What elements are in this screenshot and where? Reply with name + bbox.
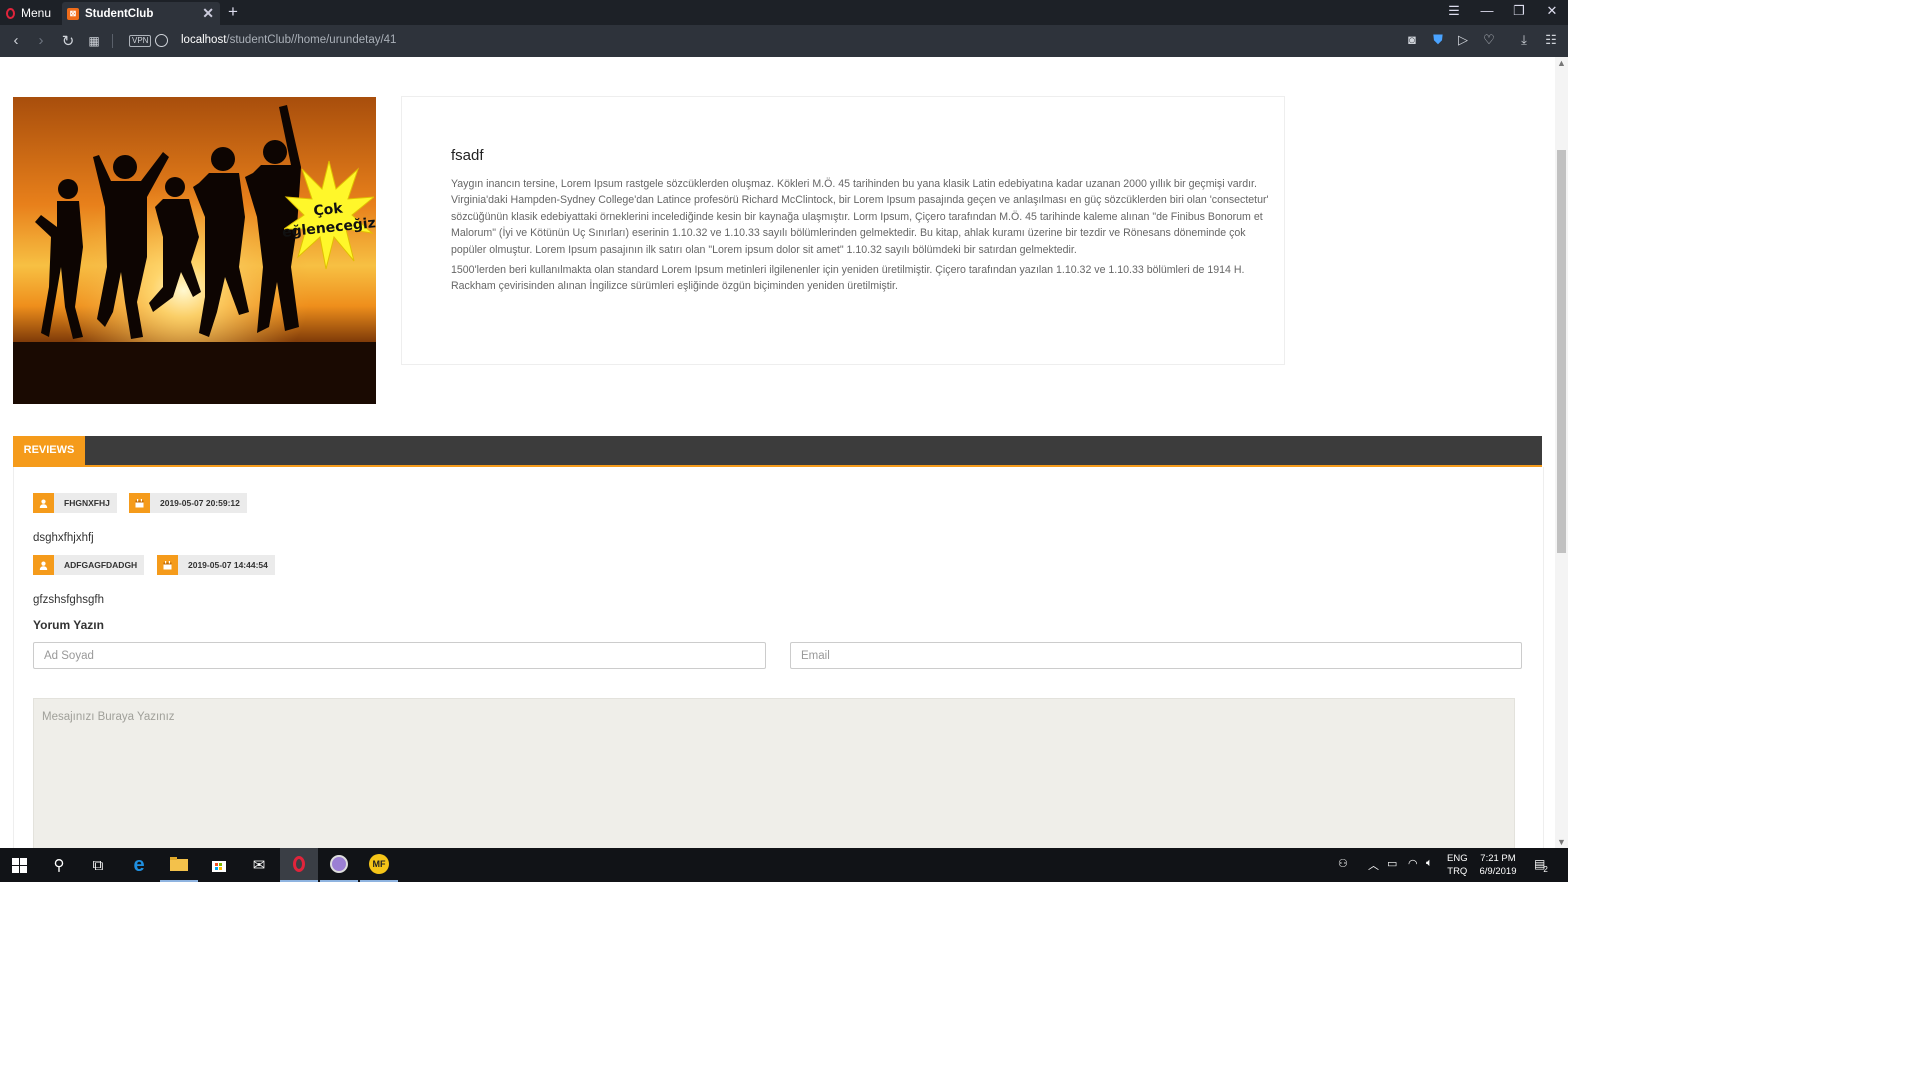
divider xyxy=(112,34,113,48)
tab-title: StudentClub xyxy=(85,7,154,20)
product-title: fsadf xyxy=(451,147,484,164)
reload-icon[interactable]: ↻ xyxy=(59,32,77,50)
send-flow-icon[interactable]: ▷ xyxy=(1454,32,1472,48)
downloads-icon[interactable]: ⤓ xyxy=(1515,32,1533,48)
language-indicator[interactable]: ENG TRQ xyxy=(1447,852,1468,878)
adblock-shield-icon[interactable]: ⛊ xyxy=(1429,32,1447,48)
system-clock[interactable]: 7:21 PM 6/9/2019 xyxy=(1473,852,1523,878)
app-purple-icon[interactable] xyxy=(320,848,358,882)
address-bar: ‹ › ↻ ▦ VPN localhost/studentClub//home/… xyxy=(0,25,1568,57)
opera-menu-button[interactable]: Menu xyxy=(6,5,51,21)
forward-icon[interactable]: › xyxy=(32,32,50,49)
bookmark-heart-icon[interactable]: ♡ xyxy=(1480,32,1498,48)
menu-label: Menu xyxy=(21,6,52,20)
calendar-icon xyxy=(157,555,178,575)
show-hidden-icons-chevron-icon[interactable]: ︿ xyxy=(1368,857,1379,873)
review-date-badge: 2019-05-07 20:59:12 xyxy=(129,493,247,513)
clock-date: 6/9/2019 xyxy=(1479,866,1517,877)
mail-icon[interactable]: ✉ xyxy=(240,848,278,882)
lang-bottom: TRQ xyxy=(1447,866,1468,877)
windows-start-icon[interactable] xyxy=(0,848,38,882)
review-text: gfzshsfghsgfh xyxy=(33,594,104,606)
new-tab-icon[interactable]: + xyxy=(228,2,238,22)
message-textarea[interactable] xyxy=(33,698,1515,848)
tab-menu-icon[interactable]: ☰ xyxy=(1444,3,1464,19)
minimize-icon[interactable]: — xyxy=(1477,3,1497,18)
scrollbar-thumb[interactable] xyxy=(1557,150,1566,553)
file-explorer-icon[interactable] xyxy=(160,848,198,882)
calendar-icon xyxy=(129,493,150,513)
user-icon xyxy=(33,493,54,513)
browser-tab-bar: Menu ⊠ StudentClub ✕ + ☰ — ❐ ✕ xyxy=(0,0,1568,25)
name-input[interactable] xyxy=(33,642,766,669)
product-description: Yaygın inancın tersine, Lorem Ipsum rast… xyxy=(451,176,1279,299)
restore-icon[interactable]: ❐ xyxy=(1509,3,1529,19)
email-input[interactable] xyxy=(790,642,1522,669)
action-center-icon[interactable]: ▤2 xyxy=(1534,857,1550,874)
url-host: localhost xyxy=(181,34,227,46)
globe-icon[interactable] xyxy=(155,34,168,47)
mf-app-icon[interactable]: MF xyxy=(360,848,398,882)
review-author: FHGNXFHJ xyxy=(64,498,110,508)
task-view-icon[interactable]: ⧉ xyxy=(79,848,117,882)
reviews-tab-bar: REVIEWS xyxy=(13,436,1542,467)
url-field[interactable]: localhost/studentClub//home/urundetay/41 xyxy=(181,34,396,46)
back-icon[interactable]: ‹ xyxy=(7,32,25,49)
description-paragraph: Yaygın inancın tersine, Lorem Ipsum rast… xyxy=(451,178,1269,256)
page-content: Çok eğleneceğiz! fsadf Yaygın inancın te… xyxy=(0,57,1555,848)
speed-dial-icon[interactable]: ▦ xyxy=(85,34,103,48)
snapshot-camera-icon[interactable]: ◙ xyxy=(1403,32,1421,47)
notification-count: 2 xyxy=(1543,865,1548,874)
wifi-icon[interactable]: ◠ xyxy=(1408,857,1418,870)
tab-studentclub[interactable]: ⊠ StudentClub ✕ xyxy=(62,2,220,25)
store-icon[interactable] xyxy=(200,848,238,882)
product-image: Çok eğleneceğiz! xyxy=(13,97,376,404)
windows-taskbar: ⚲ ⧉ e ✉ MF ⚇ ︿ ▭ ◠ 🔈︎ ENG TRQ 7:21 PM 6/… xyxy=(0,848,1568,882)
review-author: ADFGAGFDADGH xyxy=(64,560,138,570)
people-icon[interactable]: ⚇ xyxy=(1338,857,1348,870)
vpn-badge[interactable]: VPN xyxy=(129,35,152,47)
easy-setup-icon[interactable]: ☷ xyxy=(1542,32,1560,48)
xampp-favicon-icon: ⊠ xyxy=(67,7,79,20)
opera-logo-icon xyxy=(6,7,15,19)
opera-browser-icon[interactable] xyxy=(280,848,318,882)
product-info-box: fsadf Yaygın inancın tersine, Lorem Ipsu… xyxy=(401,96,1285,365)
clock-time: 7:21 PM xyxy=(1480,853,1516,864)
comment-form-title: Yorum Yazın xyxy=(33,618,104,632)
description-paragraph: 1500'lerden beri kullanılmakta olan stan… xyxy=(451,264,1245,293)
user-icon xyxy=(33,555,54,575)
scroll-up-icon[interactable]: ▲ xyxy=(1557,58,1566,68)
scroll-down-icon[interactable]: ▼ xyxy=(1557,837,1566,847)
search-icon[interactable]: ⚲ xyxy=(40,848,78,882)
volume-icon[interactable]: 🔈︎ xyxy=(1426,857,1433,870)
close-window-icon[interactable]: ✕ xyxy=(1542,3,1562,19)
review-text: dsghxfhjxhfj xyxy=(33,532,94,544)
review-date: 2019-05-07 14:44:54 xyxy=(188,560,268,570)
url-path: /studentClub//home/urundetay/41 xyxy=(226,34,397,46)
review-date-badge: 2019-05-07 14:44:54 xyxy=(157,555,275,575)
review-author-badge: ADFGAGFDADGH xyxy=(33,555,145,575)
tab-close-icon[interactable]: ✕ xyxy=(202,5,214,22)
lang-top: ENG xyxy=(1447,853,1468,864)
tab-reviews[interactable]: REVIEWS xyxy=(13,436,85,465)
battery-icon[interactable]: ▭ xyxy=(1387,857,1397,870)
review-author-badge: FHGNXFHJ xyxy=(33,493,117,513)
review-date: 2019-05-07 20:59:12 xyxy=(160,498,240,508)
edge-browser-icon[interactable]: e xyxy=(120,848,158,882)
